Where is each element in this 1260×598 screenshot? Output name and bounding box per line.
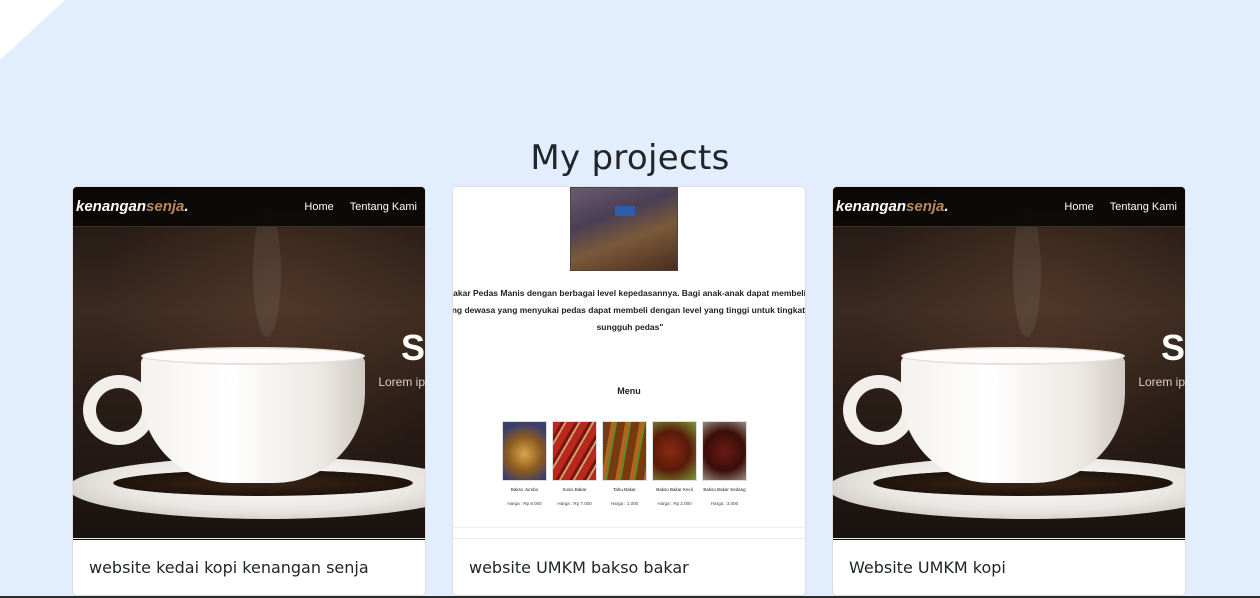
preview-logo: kenangansenja. [76, 198, 189, 215]
menu-item: Tahu Bakar Harga : 1.000 [602, 421, 647, 506]
menu-item: Bakso Bakar Sedang Harga : 3.000 [702, 421, 747, 506]
project-card-umkm-kopi[interactable]: kenangansenja. Home Tentang Kami S Lorem… [832, 186, 1186, 596]
menu-item: Bakso Bakar Kecil Harga : Rp 2.000 [652, 421, 697, 506]
preview-hero-text: Lorem ip [378, 375, 425, 389]
project-caption: Website UMKM kopi [833, 538, 1185, 595]
project-thumbnail: Bakar Pedas Manis dengan berbagai level … [453, 187, 805, 540]
preview-hero-heading: S [400, 327, 425, 368]
preview-description: Bakar Pedas Manis dengan berbagai level … [453, 288, 805, 332]
preview-nav-home: Home [304, 200, 334, 213]
preview-nav-about: Tentang Kami [349, 200, 417, 213]
preview-menu-list: Bakso Jumbo Harga : Rp 8.000 Sosis Bakar… [502, 421, 747, 506]
preview-nav-home: Home [1064, 200, 1094, 213]
menu-item: Sosis Bakar Harga : Rp 7.000 [552, 421, 597, 506]
project-card-kenangan-senja[interactable]: kenangansenja. Home Tentang Kami S Lorem… [72, 186, 426, 596]
project-caption: website UMKM bakso bakar [453, 538, 805, 595]
project-caption: website kedai kopi kenangan senja [73, 538, 425, 595]
preview-menu-heading: Menu [617, 386, 641, 396]
preview-nav-about: Tentang Kami [1109, 200, 1177, 213]
preview-hero-text: Lorem ip [1138, 375, 1185, 389]
corner-decoration [0, 0, 65, 60]
preview-logo: kenangansenja. [836, 198, 949, 215]
project-thumbnail: kenangansenja. Home Tentang Kami S Lorem… [73, 187, 425, 540]
project-card-bakso-bakar[interactable]: Bakar Pedas Manis dengan berbagai level … [452, 186, 806, 596]
preview-navbar: kenangansenja. Home Tentang Kami [833, 187, 1185, 227]
stall-photo [570, 187, 678, 271]
section-title: My projects [530, 138, 730, 178]
menu-item: Bakso Jumbo Harga : Rp 8.000 [502, 421, 547, 506]
preview-hero-heading: S [1160, 327, 1185, 368]
project-thumbnail: kenangansenja. Home Tentang Kami S Lorem… [833, 187, 1185, 540]
preview-navbar: kenangansenja. Home Tentang Kami [73, 187, 425, 227]
